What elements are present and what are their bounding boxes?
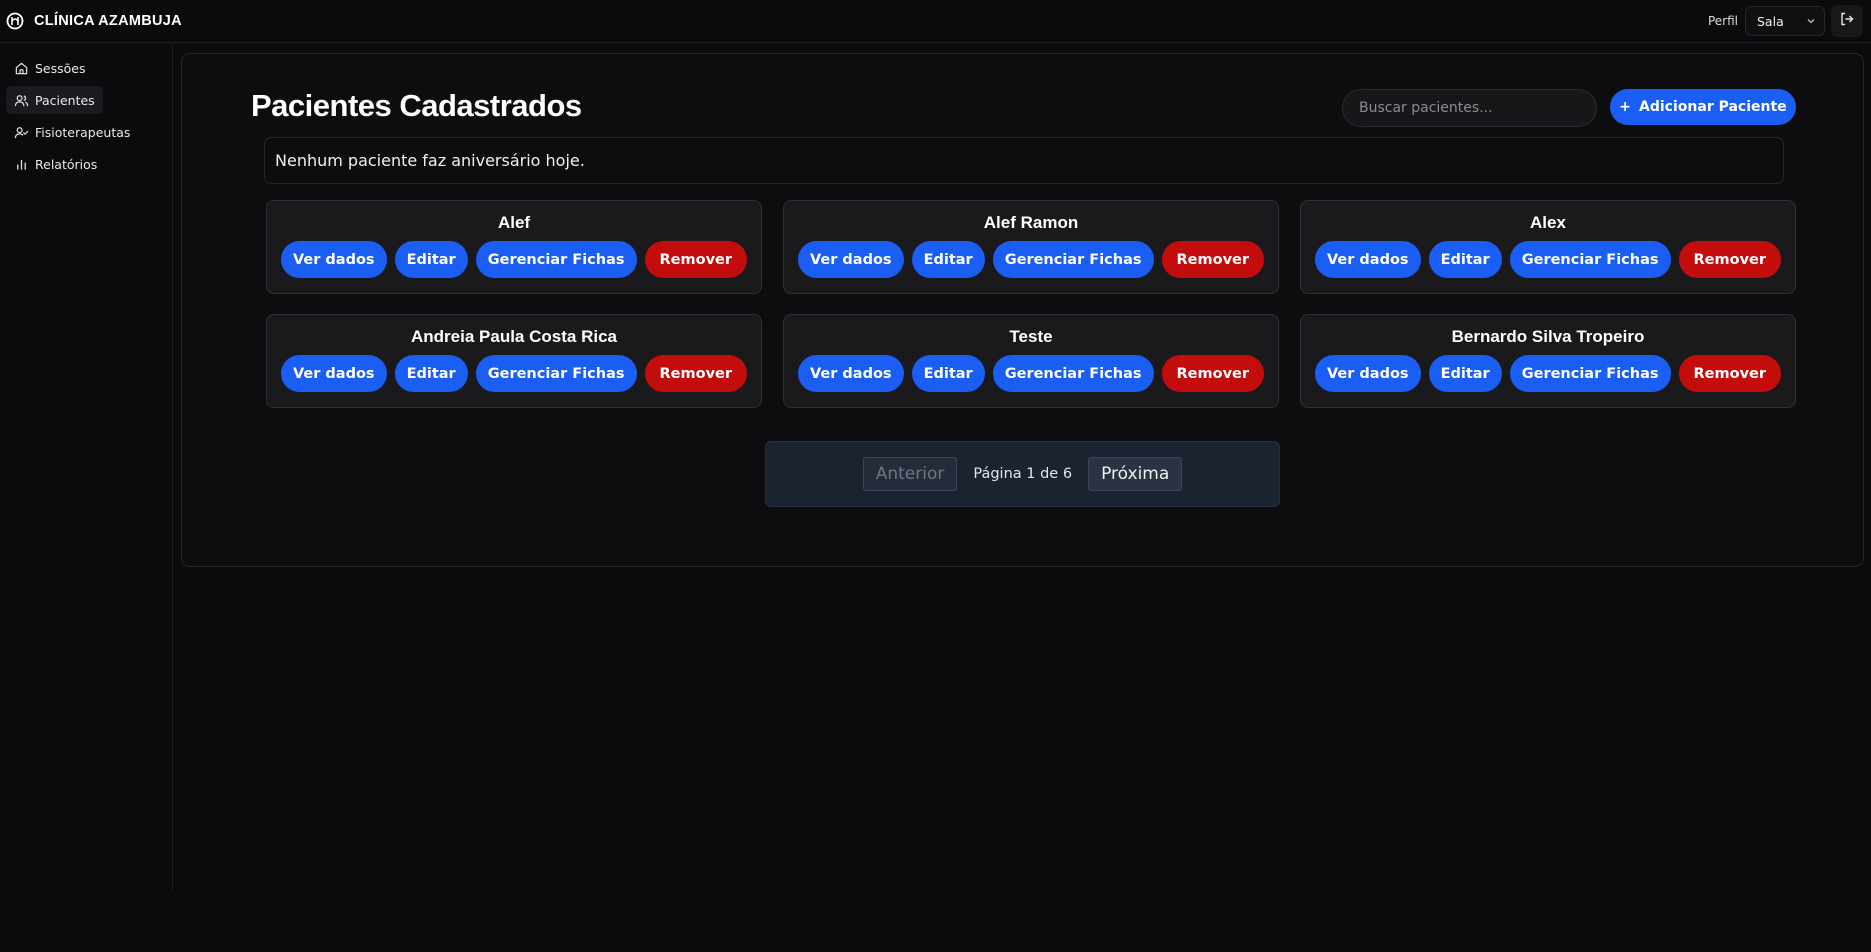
profile-select[interactable]: Sala: [1745, 6, 1825, 36]
patient-grid: Alef Ver dados Editar Gerenciar Fichas R…: [266, 200, 1798, 408]
sidebar-item-label: Sessões: [35, 60, 86, 76]
patients-panel: Pacientes Cadastrados + Adicionar Pacien…: [181, 53, 1864, 567]
view-data-button[interactable]: Ver dados: [1314, 241, 1421, 278]
sidebar-item-pacientes[interactable]: Pacientes: [6, 86, 103, 114]
patient-name: Alef: [497, 213, 531, 232]
brand-name: CLÍNICA AZAMBUJA: [34, 13, 182, 29]
view-data-button[interactable]: Ver dados: [797, 241, 904, 278]
sidebar-item-label: Fisioterapeutas: [35, 124, 131, 140]
patient-card: Alef Ramon Ver dados Editar Gerenciar Fi…: [783, 200, 1279, 294]
sidebar-item-relatorios[interactable]: Relatórios: [6, 150, 105, 178]
next-page-button[interactable]: Próxima: [1088, 457, 1183, 491]
edit-button[interactable]: Editar: [911, 355, 985, 392]
pagination: Anterior Página 1 de 6 Próxima: [765, 441, 1280, 507]
bar-chart-icon: [13, 156, 29, 172]
view-data-button[interactable]: Ver dados: [797, 355, 904, 392]
patient-name: Andreia Paula Costa Rica: [411, 327, 617, 346]
previous-page-button[interactable]: Anterior: [862, 457, 958, 491]
manage-records-button[interactable]: Gerenciar Fichas: [992, 355, 1154, 392]
view-data-button[interactable]: Ver dados: [1314, 355, 1421, 392]
sidebar-item-sessoes[interactable]: Sessões: [6, 54, 94, 82]
clinic-logo-icon: [6, 12, 24, 30]
patient-name: Bernardo Silva Tropeiro: [1451, 327, 1645, 346]
birthday-notice: Nenhum paciente faz aniversário hoje.: [264, 137, 1784, 184]
patient-card: Alex Ver dados Editar Gerenciar Fichas R…: [1300, 200, 1796, 294]
sidebar-item-label: Relatórios: [35, 156, 98, 172]
edit-button[interactable]: Editar: [394, 241, 468, 278]
remove-button[interactable]: Remover: [644, 241, 748, 278]
logout-icon: [1839, 11, 1855, 31]
manage-records-button[interactable]: Gerenciar Fichas: [475, 355, 637, 392]
patient-card: Alef Ver dados Editar Gerenciar Fichas R…: [266, 200, 762, 294]
patient-card: Andreia Paula Costa Rica Ver dados Edita…: [266, 314, 762, 408]
profile-select-value: Sala: [1757, 13, 1784, 29]
remove-button[interactable]: Remover: [1161, 355, 1265, 392]
patient-card: Bernardo Silva Tropeiro Ver dados Editar…: [1300, 314, 1796, 408]
users-icon: [13, 92, 29, 108]
edit-button[interactable]: Editar: [394, 355, 468, 392]
manage-records-button[interactable]: Gerenciar Fichas: [992, 241, 1154, 278]
add-patient-button[interactable]: + Adicionar Paciente: [1610, 89, 1796, 125]
chevron-down-icon: [1806, 14, 1816, 29]
manage-records-button[interactable]: Gerenciar Fichas: [1509, 241, 1671, 278]
user-check-icon: [13, 124, 29, 140]
patient-card: Teste Ver dados Editar Gerenciar Fichas …: [783, 314, 1279, 408]
edit-button[interactable]: Editar: [911, 241, 985, 278]
page-title: Pacientes Cadastrados: [251, 88, 582, 123]
sidebar-item-label: Pacientes: [35, 92, 95, 108]
remove-button[interactable]: Remover: [644, 355, 748, 392]
top-bar: CLÍNICA AZAMBUJA Perfil Sala: [0, 0, 1871, 43]
search-input[interactable]: [1342, 89, 1597, 127]
home-icon: [13, 60, 29, 76]
manage-records-button[interactable]: Gerenciar Fichas: [1509, 355, 1671, 392]
patient-name: Alex: [1530, 213, 1566, 232]
edit-button[interactable]: Editar: [1428, 355, 1502, 392]
manage-records-button[interactable]: Gerenciar Fichas: [475, 241, 637, 278]
sidebar: Sessões Pacientes Fisioterapeutas Relató…: [0, 44, 173, 890]
profile-label: Perfil: [1707, 14, 1738, 28]
plus-icon: +: [1619, 99, 1632, 115]
view-data-button[interactable]: Ver dados: [280, 241, 387, 278]
patient-name: Alef Ramon: [983, 213, 1079, 232]
remove-button[interactable]: Remover: [1678, 355, 1782, 392]
brand[interactable]: CLÍNICA AZAMBUJA: [6, 12, 182, 30]
remove-button[interactable]: Remover: [1678, 241, 1782, 278]
patient-name: Teste: [1009, 327, 1053, 346]
logout-button[interactable]: [1831, 5, 1863, 37]
view-data-button[interactable]: Ver dados: [280, 355, 387, 392]
sidebar-item-fisioterapeutas[interactable]: Fisioterapeutas: [6, 118, 138, 146]
add-patient-label: Adicionar Paciente: [1639, 99, 1787, 115]
edit-button[interactable]: Editar: [1428, 241, 1502, 278]
remove-button[interactable]: Remover: [1161, 241, 1265, 278]
page-indicator: Página 1 de 6: [973, 466, 1073, 482]
